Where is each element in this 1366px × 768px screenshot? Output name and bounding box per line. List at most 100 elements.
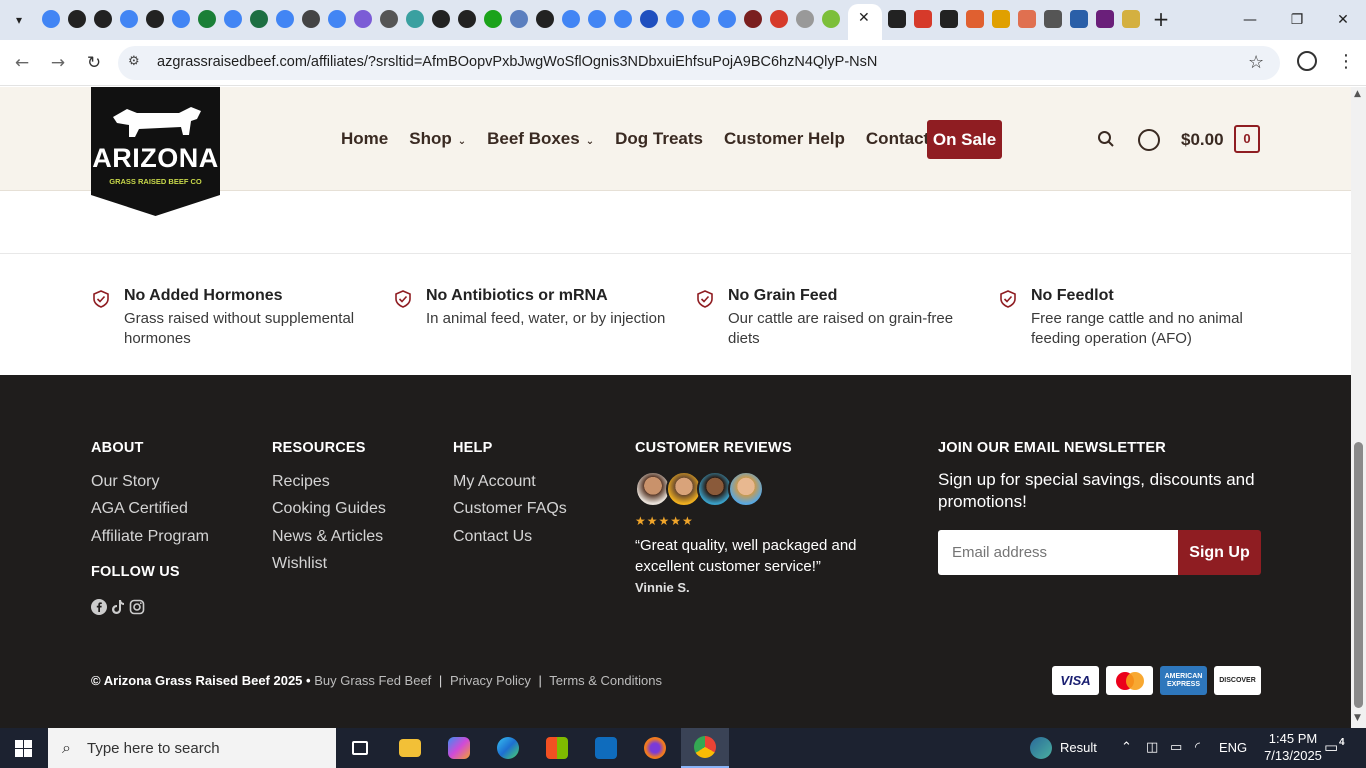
task-view-icon[interactable] <box>336 728 384 768</box>
back-button[interactable]: ← <box>10 51 34 75</box>
tab-favicon-icon[interactable] <box>120 10 138 28</box>
tab-favicon-icon[interactable] <box>1018 10 1036 28</box>
tab-favicon-icon[interactable] <box>458 10 476 28</box>
site-logo[interactable]: ARIZONA GRASS RAISED BEEF CO <box>91 87 220 216</box>
tab-favicon-icon[interactable] <box>172 10 190 28</box>
clock-time[interactable]: 1:45 PM <box>1263 731 1323 746</box>
link-terms-conditions[interactable]: Terms & Conditions <box>549 673 662 688</box>
menu-dog-treats[interactable]: Dog Treats <box>615 129 703 149</box>
tab-favicon-icon[interactable] <box>1044 10 1062 28</box>
tab-favicon-icon[interactable] <box>1096 10 1114 28</box>
tab-favicon-icon[interactable] <box>380 10 398 28</box>
tab-favicon-icon[interactable] <box>432 10 450 28</box>
tab-favicon-icon[interactable] <box>198 10 216 28</box>
tab-favicon-icon[interactable] <box>718 10 736 28</box>
outlook-icon[interactable] <box>582 728 630 768</box>
windows-start-icon[interactable] <box>15 740 32 757</box>
scroll-thumb[interactable] <box>1354 442 1363 708</box>
tab-favicon-icon[interactable] <box>42 10 60 28</box>
account-icon[interactable] <box>1138 129 1160 151</box>
minimize-button[interactable]: — <box>1238 8 1262 32</box>
tab-favicon-icon[interactable] <box>614 10 632 28</box>
close-tab-icon[interactable]: ✕ <box>858 10 872 28</box>
profile-icon[interactable] <box>1297 51 1317 71</box>
tab-favicon-icon[interactable] <box>992 10 1010 28</box>
link-our-story[interactable]: Our Story <box>91 473 159 491</box>
weather-icon[interactable] <box>1030 737 1052 759</box>
tab-favicon-icon[interactable] <box>328 10 346 28</box>
instagram-icon[interactable] <box>129 599 145 615</box>
tab-favicon-icon[interactable] <box>276 10 294 28</box>
firefox-icon[interactable] <box>631 728 679 768</box>
tab-favicon-icon[interactable] <box>224 10 242 28</box>
link-contact-us[interactable]: Contact Us <box>453 528 532 546</box>
scroll-up-arrow-icon[interactable]: ▲ <box>1354 89 1361 99</box>
tab-favicon-icon[interactable] <box>666 10 684 28</box>
edge-icon[interactable] <box>484 728 532 768</box>
tab-favicon-icon[interactable] <box>640 10 658 28</box>
chrome-icon[interactable] <box>681 728 729 768</box>
menu-shop[interactable]: Shop ⌄ <box>409 129 466 149</box>
address-bar[interactable]: ⚙ azgrassraisedbeef.com/affiliates/?srsl… <box>118 46 1280 80</box>
tab-favicon-icon[interactable] <box>302 10 320 28</box>
close-window-button[interactable]: ✕ <box>1331 8 1355 32</box>
tab-favicon-icon[interactable] <box>250 10 268 28</box>
tab-favicon-icon[interactable] <box>822 10 840 28</box>
tab-favicon-icon[interactable] <box>940 10 958 28</box>
email-field[interactable] <box>938 530 1179 575</box>
tab-favicon-icon[interactable] <box>406 10 424 28</box>
battery-icon[interactable]: ▭ <box>1170 740 1182 755</box>
menu-kebab-icon[interactable]: ⋮ <box>1337 51 1355 72</box>
tab-favicon-icon[interactable] <box>68 10 86 28</box>
file-explorer-icon[interactable] <box>386 728 434 768</box>
page-scrollbar[interactable]: ▲ ▼ <box>1351 87 1366 728</box>
tab-search-dropdown[interactable]: ▾ <box>6 8 32 32</box>
weather-result[interactable]: Result <box>1060 740 1097 755</box>
microsoft-store-icon[interactable] <box>533 728 581 768</box>
tab-favicon-icon[interactable] <box>888 10 906 28</box>
tab-favicon-icon[interactable] <box>484 10 502 28</box>
tab-favicon-icon[interactable] <box>562 10 580 28</box>
reload-button[interactable]: ↻ <box>82 51 106 75</box>
menu-home[interactable]: Home <box>341 129 388 149</box>
chevron-up-icon[interactable]: ⌃ <box>1121 740 1132 755</box>
tab-favicon-icon[interactable] <box>744 10 762 28</box>
bookmark-star-icon[interactable]: ☆ <box>1248 52 1264 73</box>
link-customer-faqs[interactable]: Customer FAQs <box>453 500 567 518</box>
tab-favicon-icon[interactable] <box>588 10 606 28</box>
language-indicator[interactable]: ENG <box>1219 740 1247 755</box>
tab-favicon-icon[interactable] <box>914 10 932 28</box>
link-wishlist[interactable]: Wishlist <box>272 555 327 573</box>
menu-customer-help[interactable]: Customer Help <box>724 129 845 149</box>
site-info-icon[interactable]: ⚙ <box>128 54 146 72</box>
cart-total[interactable]: $0.00 <box>1181 130 1224 150</box>
tab-favicon-icon[interactable] <box>536 10 554 28</box>
cart-count-badge[interactable]: 0 <box>1234 125 1260 153</box>
tab-favicon-icon[interactable] <box>146 10 164 28</box>
link-cooking-guides[interactable]: Cooking Guides <box>272 500 386 518</box>
on-sale-button[interactable]: On Sale <box>927 120 1002 159</box>
scroll-down-arrow-icon[interactable]: ▼ <box>1354 713 1361 723</box>
link-news-articles[interactable]: News & Articles <box>272 528 383 546</box>
link-recipes[interactable]: Recipes <box>272 473 330 491</box>
link-privacy-policy[interactable]: Privacy Policy <box>450 673 531 688</box>
tab-favicon-icon[interactable] <box>510 10 528 28</box>
tab-favicon-icon[interactable] <box>966 10 984 28</box>
menu-beef-boxes[interactable]: Beef Boxes ⌄ <box>487 129 594 149</box>
taskbar-search-box[interactable]: ⌕ Type here to search <box>48 728 336 768</box>
tiktok-icon[interactable] <box>110 599 126 615</box>
link-my-account[interactable]: My Account <box>453 473 536 491</box>
wifi-icon[interactable]: ◜ <box>1195 740 1200 755</box>
url-text[interactable]: azgrassraisedbeef.com/affiliates/?srslti… <box>157 54 877 70</box>
facebook-icon[interactable] <box>91 599 107 615</box>
tab-favicon-icon[interactable] <box>1122 10 1140 28</box>
copilot-icon[interactable] <box>435 728 483 768</box>
link-affiliate-program[interactable]: Affiliate Program <box>91 528 209 546</box>
tab-favicon-icon[interactable] <box>1070 10 1088 28</box>
search-icon[interactable] <box>1097 130 1115 148</box>
link-aga-certified[interactable]: AGA Certified <box>91 500 188 518</box>
link-buy-grass-fed-beef[interactable]: Buy Grass Fed Beef <box>314 673 431 688</box>
tab-favicon-icon[interactable] <box>770 10 788 28</box>
notifications-icon[interactable]: ▭ <box>1324 738 1338 756</box>
tab-favicon-icon[interactable] <box>94 10 112 28</box>
